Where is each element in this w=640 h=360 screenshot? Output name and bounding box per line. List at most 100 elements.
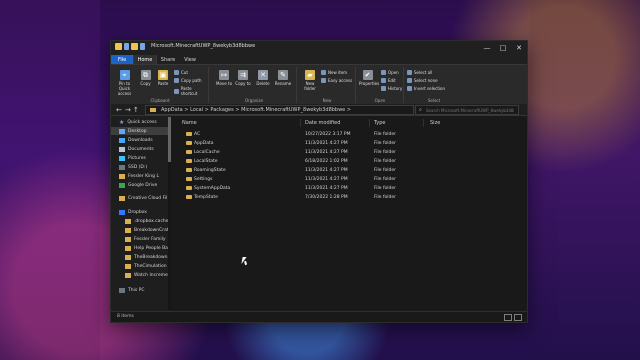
- copy-to-label: Copy to: [235, 81, 251, 86]
- table-row[interactable]: RoamingState 11/3/2021 4:27 PM File fold…: [172, 166, 524, 175]
- invert-selection-button[interactable]: Invert selection: [407, 86, 445, 91]
- title-bar: Microsoft.MinecraftUWP_8wekyb3d8bbwe — □…: [111, 41, 527, 55]
- tab-home[interactable]: Home: [133, 55, 157, 64]
- column-header-name[interactable]: Name: [182, 120, 197, 126]
- new-item-label: New item: [328, 70, 348, 75]
- easy-access-icon: [321, 78, 326, 83]
- move-to-button[interactable]: ↦ Move to: [216, 70, 232, 86]
- save-icon[interactable]: [124, 43, 129, 50]
- file-name: AppData: [194, 141, 214, 146]
- sidebar-item-fessler-family[interactable]: Fessler Family: [125, 235, 166, 243]
- scrollbar-thumb[interactable]: [168, 117, 171, 162]
- easy-access-button[interactable]: Easy access: [321, 78, 352, 83]
- minimize-button[interactable]: —: [479, 41, 495, 55]
- properties-button[interactable]: ✔ Properties: [359, 70, 379, 86]
- sidebar-item-desktop[interactable]: Desktop 📌: [111, 127, 171, 135]
- column-divider[interactable]: [423, 119, 424, 127]
- table-row[interactable]: LocalState 6/18/2022 1:02 PM File folder: [172, 157, 524, 166]
- column-header-type[interactable]: Type: [374, 120, 385, 126]
- address-path[interactable]: AppData > Local > Packages > Microsoft.M…: [145, 105, 414, 115]
- select-all-button[interactable]: Select all: [407, 70, 432, 75]
- copy-button[interactable]: ⧉ Copy: [139, 70, 152, 86]
- column-header-date-modified[interactable]: Date modified: [305, 120, 340, 126]
- status-bar: 8 items: [111, 311, 527, 322]
- sidebar-item-label: Fessler King L: [128, 173, 159, 179]
- dropdown-icon[interactable]: [140, 43, 145, 50]
- cut-button[interactable]: Cut: [174, 70, 188, 75]
- copy-to-button[interactable]: ⇉ Copy to: [235, 70, 251, 86]
- select-none-button[interactable]: Select none: [407, 78, 438, 83]
- pc-icon: [119, 287, 125, 293]
- sidebar-item-ssd[interactable]: SSD (D:): [119, 163, 147, 171]
- file-name: AC: [194, 132, 201, 137]
- sidebar-item-documents[interactable]: Documents: [119, 145, 154, 153]
- close-button[interactable]: ✕: [511, 41, 527, 55]
- table-row[interactable]: AC 10/27/2022 3:17 PM File folder: [172, 130, 524, 139]
- table-row[interactable]: LocalCache 11/3/2021 4:27 PM File folder: [172, 148, 524, 157]
- sidebar-item-dropbox[interactable]: Dropbox: [119, 208, 147, 216]
- search-input[interactable]: [426, 106, 514, 114]
- search-box[interactable]: ⌕: [415, 105, 519, 115]
- tab-file[interactable]: File: [111, 55, 133, 64]
- table-row[interactable]: AppData 11/3/2021 4:27 PM File folder: [172, 139, 524, 148]
- tab-view[interactable]: View: [181, 55, 199, 64]
- forward-icon[interactable]: →: [125, 106, 131, 114]
- sidebar-item-quick-access[interactable]: ★ Quick access: [119, 118, 157, 126]
- file-name: Settings: [194, 177, 213, 182]
- pin-to-quick-access-button[interactable]: ⌖ Pin to Quick access: [115, 70, 134, 96]
- column-divider[interactable]: [369, 119, 370, 127]
- history-button[interactable]: History: [381, 86, 402, 91]
- sidebar-item-breakdowncraft[interactable]: BreakdownCraft: [125, 226, 170, 234]
- copy-path-button[interactable]: Copy path: [174, 78, 202, 83]
- folder-icon: [186, 150, 192, 154]
- sidebar-item-watch-increment[interactable]: Watch Incremen: [125, 271, 171, 279]
- background-left-decoration: [0, 0, 100, 360]
- table-row[interactable]: Settings 11/3/2021 4:27 PM File folder: [172, 175, 524, 184]
- sidebar-item-label: Dropbox: [128, 209, 147, 215]
- folder-icon[interactable]: [131, 43, 138, 50]
- paste-button[interactable]: ▣ Paste: [156, 70, 170, 86]
- sidebar-item-thecimulation[interactable]: TheCimulation: [125, 262, 167, 270]
- sidebar-item-creative-cloud[interactable]: Creative Cloud Fil: [119, 194, 167, 202]
- sidebar-item-google-drive[interactable]: Google Drive: [119, 181, 157, 189]
- sidebar-item-fessler-king[interactable]: Fessler King L: [119, 172, 159, 180]
- sidebar-item-label: Desktop: [128, 128, 147, 134]
- sidebar-item-pictures[interactable]: Pictures: [119, 154, 146, 162]
- copy-label: Copy: [140, 81, 151, 86]
- folder-icon: [150, 108, 156, 112]
- file-type: File folder: [374, 132, 397, 137]
- table-row[interactable]: SystemAppData 11/3/2021 4:27 PM File fol…: [172, 184, 524, 193]
- delete-icon: ✕: [258, 70, 268, 80]
- sidebar-item-thebreakdown[interactable]: TheBreakdown: [125, 253, 167, 261]
- paste-shortcut-button[interactable]: Paste shortcut: [174, 86, 208, 96]
- large-icons-view-icon[interactable]: [514, 314, 522, 321]
- sidebar-item-this-pc[interactable]: This PC: [119, 286, 144, 294]
- search-icon: ⌕: [419, 107, 422, 113]
- navigation-scrollbar[interactable]: [168, 117, 171, 310]
- delete-button[interactable]: ✕ Delete: [255, 70, 271, 86]
- column-divider[interactable]: [300, 119, 301, 127]
- back-icon[interactable]: ←: [116, 106, 122, 114]
- sidebar-item-dropbox-cache[interactable]: .dropbox.cache: [125, 217, 169, 225]
- sidebar-item-label: TheCimulation: [134, 263, 167, 269]
- sidebar-item-help-people[interactable]: Help People Bac: [125, 244, 170, 252]
- sidebar-item-downloads[interactable]: Downloads: [119, 136, 153, 144]
- edit-button[interactable]: Edit: [381, 78, 396, 83]
- new-folder-button[interactable]: ▰ New folder: [302, 70, 318, 91]
- new-folder-label: New folder: [304, 81, 316, 91]
- navigation-pane: ★ Quick access Desktop 📌 Downloads Docum…: [111, 116, 171, 312]
- tab-share[interactable]: Share: [159, 55, 177, 64]
- copy-to-icon: ⇉: [238, 70, 248, 80]
- maximize-button[interactable]: □: [495, 41, 511, 55]
- desktop-icon: [119, 128, 125, 134]
- table-row[interactable]: TempState 7/30/2022 1:28 PM File folder: [172, 193, 524, 202]
- rename-button[interactable]: ✎ Rename: [274, 70, 292, 86]
- column-header-size[interactable]: Size: [430, 120, 440, 126]
- open-button[interactable]: Open: [381, 70, 399, 75]
- up-icon[interactable]: ↑: [133, 106, 139, 114]
- new-item-button[interactable]: New item: [321, 70, 347, 75]
- details-view-icon[interactable]: [504, 314, 512, 321]
- move-to-icon: ↦: [219, 70, 229, 80]
- file-date: 11/3/2021 4:27 PM: [305, 150, 348, 155]
- file-list: Name Date modified Type Size AC 10/27/20…: [172, 116, 524, 312]
